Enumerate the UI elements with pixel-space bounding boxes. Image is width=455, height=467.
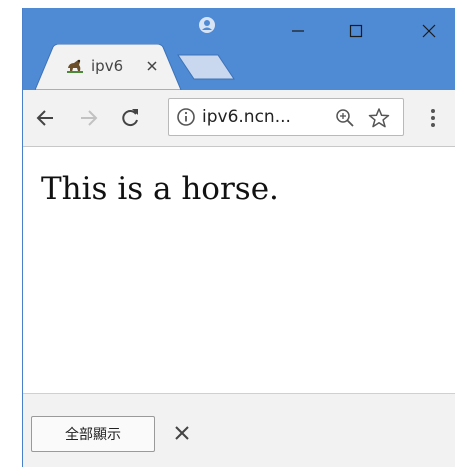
tab-title: ipv6 — [91, 57, 124, 75]
maximize-button[interactable] — [336, 16, 376, 46]
minimize-button[interactable] — [278, 16, 318, 46]
horse-favicon — [65, 56, 85, 76]
browser-window: ipv6 ipv6.ncn... This is a horse. 全部顯示 — [22, 8, 455, 467]
zoom-in-icon[interactable] — [335, 108, 355, 128]
kebab-menu-icon — [431, 109, 435, 127]
tab-close-icon — [147, 61, 157, 71]
tab-active[interactable]: ipv6 — [35, 44, 185, 90]
tab-close-button[interactable] — [143, 57, 161, 75]
forward-button[interactable] — [75, 104, 103, 132]
title-bar: ipv6 — [23, 8, 455, 90]
new-tab-button[interactable] — [166, 54, 246, 80]
profile-icon[interactable] — [198, 16, 216, 34]
info-icon[interactable] — [176, 107, 196, 127]
download-bar: 全部顯示 — [23, 393, 455, 467]
close-icon — [175, 426, 189, 440]
maximize-icon — [349, 24, 363, 38]
forward-arrow-icon — [81, 110, 98, 126]
close-icon — [422, 24, 436, 38]
page-content: This is a horse. — [23, 147, 455, 392]
reload-button[interactable] — [116, 104, 144, 132]
address-bar[interactable]: ipv6.ncn... — [168, 98, 404, 136]
reload-icon — [122, 109, 138, 127]
address-text[interactable]: ipv6.ncn... — [202, 107, 291, 127]
page-text: This is a horse. — [41, 171, 279, 207]
download-bar-close-button[interactable] — [171, 422, 193, 444]
show-all-button[interactable]: 全部顯示 — [31, 416, 155, 452]
back-arrow-icon — [36, 110, 53, 126]
back-button[interactable] — [31, 104, 59, 132]
browser-menu-button[interactable] — [423, 104, 443, 132]
minimize-icon — [292, 30, 304, 32]
close-window-button[interactable] — [409, 16, 449, 46]
toolbar: ipv6.ncn... — [23, 90, 455, 147]
star-icon[interactable] — [368, 107, 390, 129]
